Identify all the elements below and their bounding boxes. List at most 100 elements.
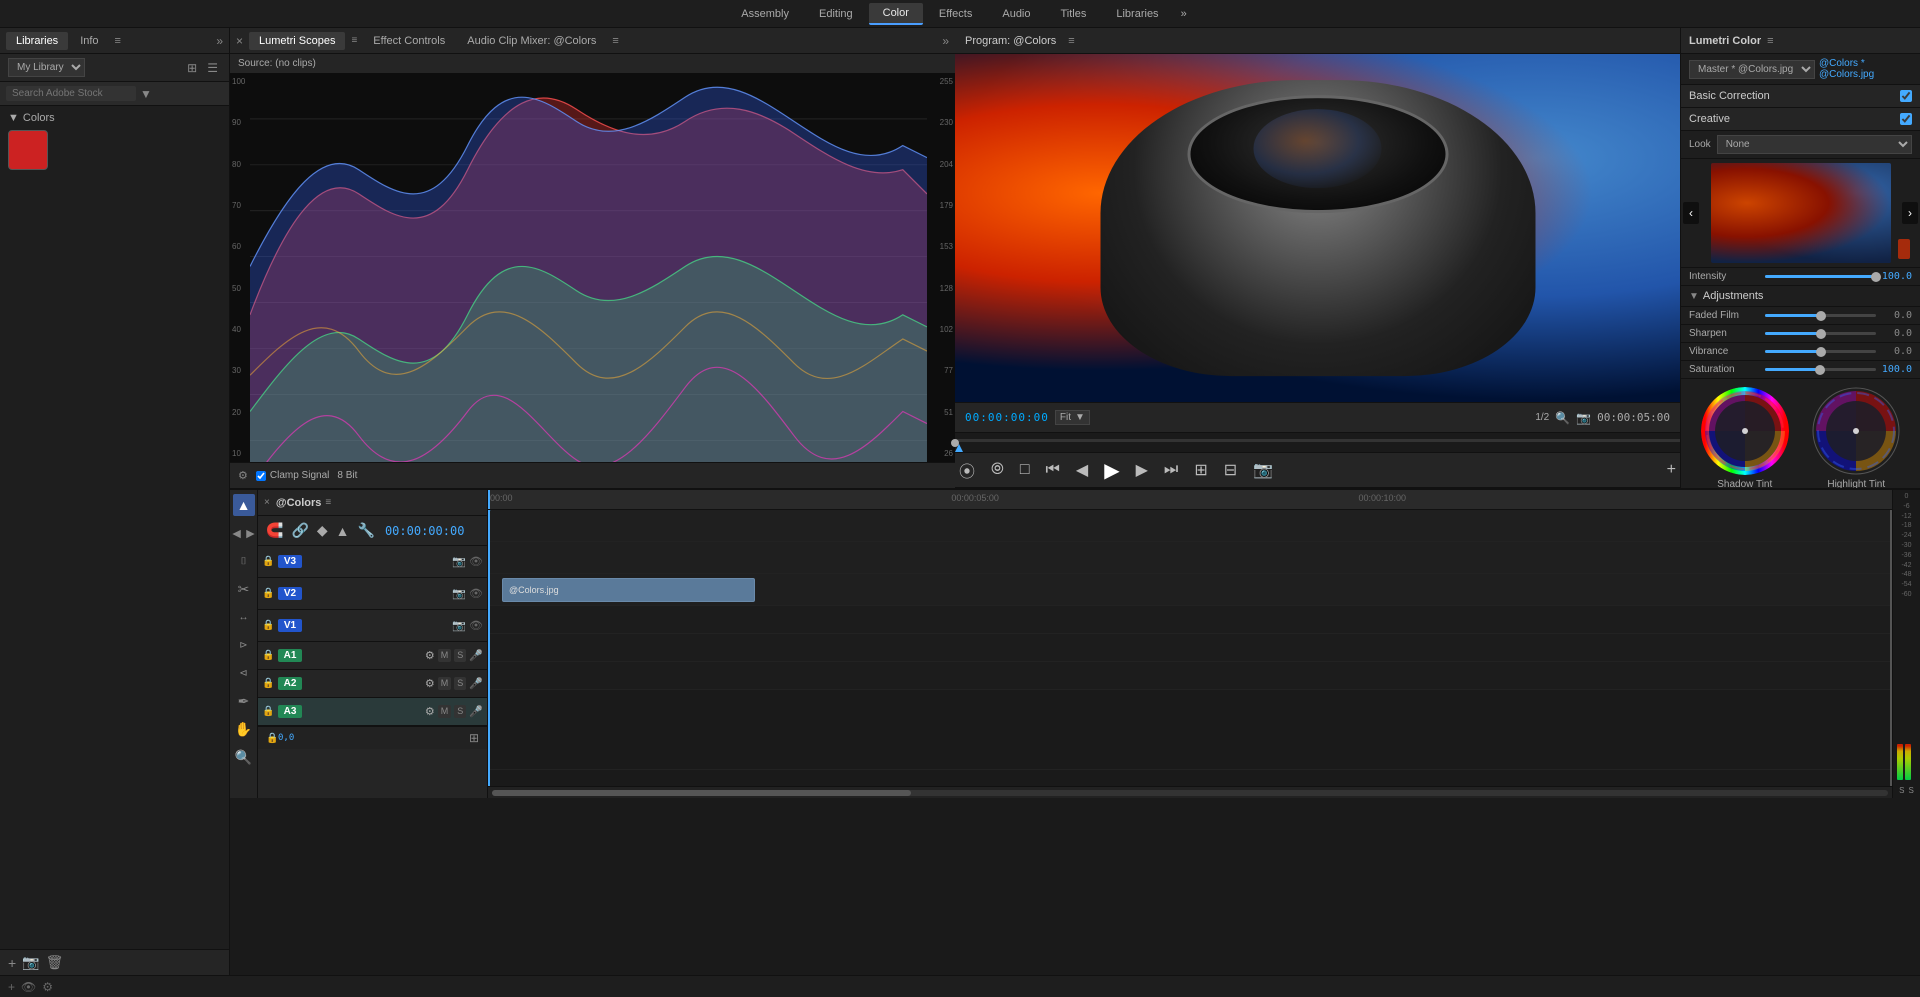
v1-eye-icon[interactable]: 👁 — [469, 619, 483, 632]
slip-btn[interactable]: ⊳ — [233, 634, 255, 656]
thumb-next-btn[interactable]: › — [1902, 202, 1918, 224]
v1-camera-icon[interactable]: 📷 — [452, 619, 466, 632]
vibrance-slider[interactable] — [1765, 350, 1876, 353]
a3-lock-icon[interactable]: 🔒 — [262, 706, 274, 717]
intensity-slider[interactable] — [1765, 275, 1876, 278]
step-back-btn[interactable]: ◀ — [1072, 458, 1092, 482]
preview-icon[interactable]: 👁 — [21, 980, 36, 994]
scopes-panel-menu[interactable]: ≡ — [608, 33, 622, 49]
a1-mic-icon[interactable]: 🎤 — [469, 649, 483, 662]
tab-libraries[interactable]: Libraries — [6, 32, 68, 50]
overwrite-btn[interactable]: ⊟ — [1220, 458, 1241, 482]
timeline-scrollbar[interactable] — [488, 786, 1892, 798]
add-marker-btn[interactable]: + — [1663, 459, 1680, 481]
a2-label[interactable]: A2 — [278, 677, 302, 690]
tl-marker-tool[interactable]: ◆ — [315, 520, 330, 541]
v2-label[interactable]: V2 — [278, 587, 302, 600]
library-dropdown[interactable]: My Library — [8, 58, 85, 77]
mark-in-btn[interactable]: ⦿ — [955, 456, 979, 484]
tl-timecode[interactable]: 00:00:00:00 — [385, 524, 464, 538]
tl-insert-marker[interactable]: ▲ — [334, 521, 352, 541]
scopes-menu-icon[interactable]: ≡ — [347, 33, 361, 48]
sharpen-thumb[interactable] — [1816, 329, 1826, 339]
program-menu-icon[interactable]: ≡ — [1068, 35, 1074, 47]
add-library-icon[interactable]: + — [8, 955, 16, 971]
saturation-thumb[interactable] — [1815, 365, 1825, 375]
faded-film-thumb[interactable] — [1816, 311, 1826, 321]
slide-btn[interactable]: ⊲ — [233, 662, 255, 684]
fit-dropdown[interactable]: Fit ▼ — [1055, 410, 1090, 425]
track-select-btn[interactable]: ◄► — [233, 522, 255, 544]
zoom-btn[interactable]: 🔍 — [233, 746, 255, 768]
a2-lock-icon[interactable]: 🔒 — [262, 678, 274, 689]
export-btn[interactable]: 📷 — [1249, 458, 1277, 482]
v3-camera-icon[interactable]: 📷 — [452, 555, 466, 568]
pen-btn[interactable]: ✒ — [233, 690, 255, 712]
intensity-thumb[interactable] — [1871, 272, 1881, 282]
rate-stretch-btn[interactable]: ↔ — [233, 606, 255, 628]
nav-titles[interactable]: Titles — [1047, 4, 1101, 24]
mark-out-btn[interactable]: ⦾ — [987, 459, 1008, 481]
v2-eye-icon[interactable]: 👁 — [469, 587, 483, 600]
creative-section[interactable]: Creative — [1681, 108, 1920, 131]
select-tool-btn[interactable]: ▲ — [233, 494, 255, 516]
v2-lock-icon[interactable]: 🔒 — [262, 588, 274, 599]
timeline-track-lanes[interactable]: @Colors.jpg — [488, 510, 1892, 786]
a3-label[interactable]: A3 — [278, 705, 302, 718]
a1-label[interactable]: A1 — [278, 649, 302, 662]
bit-depth-selector[interactable]: 8 Bit — [337, 470, 357, 481]
play-btn[interactable]: ▶ — [1100, 456, 1123, 485]
nav-color[interactable]: Color — [869, 3, 923, 25]
nav-libraries[interactable]: Libraries — [1102, 4, 1172, 24]
a1-lock-icon[interactable]: 🔒 — [262, 650, 274, 661]
creative-checkbox[interactable] — [1900, 113, 1912, 125]
nav-effects[interactable]: Effects — [925, 4, 986, 24]
go-to-out-btn[interactable]: ⏭ — [1160, 459, 1182, 481]
a2-settings-icon[interactable]: ⚙ — [425, 677, 435, 690]
color-swatch[interactable] — [8, 130, 48, 170]
scopes-close-icon[interactable]: × — [236, 34, 243, 48]
scopes-expand[interactable]: » — [942, 34, 949, 48]
playhead-timecode[interactable]: 00:00:00:00 — [965, 411, 1049, 424]
clamp-signal-checkbox[interactable]: Clamp Signal — [256, 470, 329, 481]
v3-lock-icon[interactable]: 🔒 — [262, 556, 274, 567]
razor-btn[interactable]: ✂ — [233, 578, 255, 600]
scrollbar-thumb[interactable] — [492, 790, 911, 796]
basic-correction-checkbox[interactable] — [1900, 90, 1912, 102]
mark-clip-btn[interactable]: □ — [1016, 459, 1034, 481]
scrubber-playhead[interactable] — [951, 439, 959, 447]
basic-correction-section[interactable]: Basic Correction — [1681, 85, 1920, 108]
camera-icon[interactable]: 📷 — [1576, 411, 1591, 425]
a3-mute-btn[interactable]: M — [438, 705, 452, 718]
trash-icon[interactable]: 🗑 — [46, 954, 64, 971]
set-offset-btn[interactable]: ⊞ — [469, 731, 479, 745]
scrubber-area[interactable] — [955, 432, 1680, 452]
look-dropdown[interactable]: None — [1717, 135, 1912, 154]
quality-dropdown[interactable]: 1/2 — [1535, 412, 1549, 423]
ripple-btn[interactable]: ⌷ — [233, 550, 255, 572]
tab-audio-mixer[interactable]: Audio Clip Mixer: @Colors — [457, 32, 606, 50]
colors-section-title[interactable]: ▼ Colors — [8, 112, 221, 124]
a1-mute-btn[interactable]: M — [438, 649, 452, 662]
scrollbar-track[interactable] — [492, 790, 1888, 796]
list-view-icon[interactable]: ☰ — [204, 60, 221, 76]
zoom-icon[interactable]: 🔍 — [1555, 411, 1570, 425]
thumb-prev-btn[interactable]: ‹ — [1683, 202, 1699, 224]
adjustments-header[interactable]: ▼ Adjustments — [1681, 286, 1920, 307]
tl-wrench[interactable]: 🔧 — [356, 520, 377, 541]
faded-film-slider[interactable] — [1765, 314, 1876, 317]
scope-settings-icon[interactable]: ⚙ — [238, 469, 248, 482]
tab-info[interactable]: Info — [70, 32, 108, 50]
v1-lock-icon[interactable]: 🔒 — [262, 620, 274, 631]
tab-effect-controls[interactable]: Effect Controls — [363, 32, 455, 50]
nav-assembly[interactable]: Assembly — [727, 4, 803, 24]
search-input[interactable] — [6, 86, 136, 101]
a3-mic-icon[interactable]: 🎤 — [469, 705, 483, 718]
v2-camera-icon[interactable]: 📷 — [452, 587, 466, 600]
search-filter-icon[interactable]: ▼ — [140, 87, 152, 101]
offset-lock[interactable]: 🔒 — [266, 733, 278, 744]
tl-linked-tool[interactable]: 🔗 — [289, 520, 310, 541]
timeline-close[interactable]: × — [258, 497, 276, 508]
grid-view-icon[interactable]: ⊞ — [184, 60, 200, 76]
tl-magnet-tool[interactable]: 🧲 — [264, 520, 285, 541]
